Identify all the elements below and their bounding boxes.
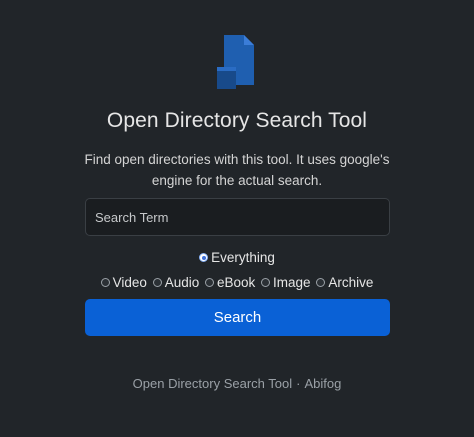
filter-label: Audio xyxy=(164,275,200,290)
filter-option-ebook[interactable]: eBook xyxy=(205,275,255,290)
page-title: Open Directory Search Tool xyxy=(106,109,368,132)
filter-option-video[interactable]: Video xyxy=(100,275,147,290)
page: Open Directory Search Tool Find open dir… xyxy=(0,0,474,437)
footer: Open Directory Search Tool · Abifog xyxy=(0,376,474,391)
filter-label: eBook xyxy=(217,275,256,290)
radio-button[interactable] xyxy=(199,253,209,262)
filter-label: Image xyxy=(273,275,311,290)
footer-separator: · xyxy=(296,376,301,391)
filter-option-audio[interactable]: Audio xyxy=(152,275,200,290)
footer-author: Abifog xyxy=(304,376,342,391)
filter-row-types: Video Audio eBook Image Archive xyxy=(0,275,474,290)
filter-row-primary: Everything xyxy=(0,250,474,265)
filter-option-everything[interactable]: Everything xyxy=(199,250,275,265)
radio-button[interactable] xyxy=(261,278,271,287)
radio-button[interactable] xyxy=(152,278,162,287)
search-button[interactable]: Search xyxy=(85,299,390,336)
filter-label: Archive xyxy=(328,275,374,290)
filter-option-archive[interactable]: Archive xyxy=(316,275,373,290)
filter-label: Everything xyxy=(211,250,275,265)
filter-option-image[interactable]: Image xyxy=(261,275,311,290)
radio-button[interactable] xyxy=(100,278,110,287)
search-input[interactable] xyxy=(85,198,390,236)
filter-label: Video xyxy=(112,275,147,290)
radio-button[interactable] xyxy=(205,278,214,287)
footer-app-name: Open Directory Search Tool xyxy=(132,376,293,391)
radio-button[interactable] xyxy=(316,278,326,287)
page-subtitle: Find open directories with this tool. It… xyxy=(84,152,390,188)
document-icon xyxy=(217,35,254,89)
